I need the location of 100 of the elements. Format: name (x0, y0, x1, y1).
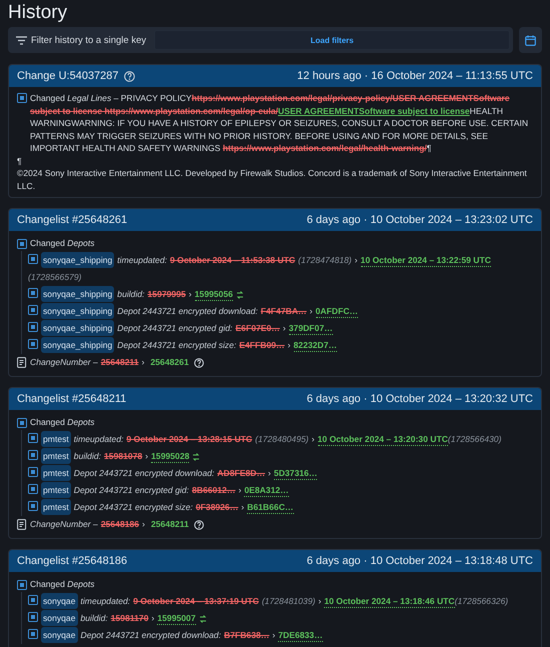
square-dot-icon (28, 612, 38, 622)
new-value: 0AFDFC… (316, 305, 358, 318)
old-value: AD8FE8D… (217, 467, 266, 479)
field-key: Depot 2443721 encrypted gid: (74, 484, 189, 496)
field-key: buildid: (117, 288, 145, 300)
timestamp-note: (1728566579) (28, 271, 82, 283)
old-value: 0F38926… (196, 501, 238, 513)
app-tag: pmtest (41, 482, 71, 498)
help-icon (194, 520, 204, 530)
separator: › (241, 501, 244, 513)
square-dot-icon (28, 629, 38, 639)
field-key: buildid: (74, 450, 102, 462)
old-value: 15979995 (148, 288, 186, 300)
new-value: 10 October 2024 – 13:20:30 UTC (318, 433, 448, 446)
old-value: 8B66012… (192, 484, 236, 496)
new-value: 15995028 (151, 450, 190, 463)
square-dot-icon (28, 433, 38, 443)
separator: › (282, 322, 286, 334)
document-icon (17, 357, 27, 368)
card-timestamp: 12 hours ago · 16 October 2024 – 11:13:55 UTC (297, 70, 533, 82)
card-timestamp: 6 days ago · 10 October 2024 – 13:23:02 UTC (306, 214, 533, 226)
square-dot-icon (28, 254, 38, 264)
square-dot-icon (28, 450, 38, 460)
new-value: 10 October 2024 – 13:18:46 UTC (324, 595, 455, 608)
new-value: 15995056 (194, 288, 233, 301)
app-tag: sonyqae (41, 610, 78, 626)
new-value: 15995007 (157, 612, 196, 625)
new-value: 25648261 (150, 356, 189, 369)
field-key: ChangeNumber – (30, 518, 98, 531)
old-value: 15981078 (104, 450, 142, 462)
new-value: 5D37316… (274, 467, 318, 480)
app-tag: pmtest (41, 465, 71, 481)
square-dot-icon (17, 580, 27, 590)
separator: › (354, 254, 358, 266)
old-value: E4FFB09… (239, 339, 285, 351)
old-value: 9 October 2024 – 11:53:38 UTC (170, 254, 296, 266)
field-key: Depot 2443721 encrypted size: (74, 501, 193, 513)
separator: › (145, 450, 148, 462)
field-key: buildid: (80, 612, 108, 624)
square-dot-icon (28, 305, 38, 315)
app-tag: sonyqae_shipping (41, 286, 114, 302)
square-dot-icon (28, 288, 38, 298)
document-icon (17, 519, 27, 530)
old-value: 9 October 2024 – 13:28:15 UTC (126, 433, 252, 445)
separator: › (310, 305, 312, 317)
new-value: 7DE6833… (278, 629, 323, 642)
field-key: Depot 2443721 encrypted size: (117, 339, 236, 351)
app-tag: sonyqae_shipping (41, 252, 114, 268)
square-dot-icon (17, 93, 27, 103)
filter-icon (16, 36, 27, 44)
app-tag: pmtest (41, 448, 71, 464)
change-text: Changed Legal Lines – PRIVACY POLICYhttps://www.playstation.com/legal/privacy-policy/USER AGREEMENTSoftware subject to license https://www.playstation.com/legal/op-eula/USER AGREEMENTSoftware subject to licenseHEALTH WARNINGWARNING: IF YOU HAVE A HISTORY OF EPILEPSY OR SEIZURES, CONSULT A DOCTOR BEFORE USE. CERTAIN PATTERNS MAY TRIGGER SEIZURES WITH NO PRIOR HISTORY. BEFORE USING AND FOR MORE DETAILS, SEE IMPORTANT HEALTH AND SAFETY WARNINGS https://www.playstation.com/legal/health-warning/¶ (30, 92, 530, 154)
separator: › (238, 484, 242, 496)
help-icon (194, 358, 204, 368)
card-title: Change U:54037287 (17, 70, 119, 82)
timestamp-note: (1728474818) (298, 254, 352, 266)
section-title: Changed Depots (30, 416, 95, 429)
section-title: Changed Depots (30, 237, 95, 250)
separator: › (268, 467, 271, 479)
square-dot-icon (17, 238, 27, 248)
square-dot-icon (28, 595, 38, 605)
new-value: 25648211 (150, 518, 189, 531)
new-value: 379DF07… (288, 322, 333, 335)
separator: › (188, 288, 192, 300)
app-tag: pmtest (41, 499, 71, 515)
field-key: Depot 2443721 encrypted download: (74, 467, 214, 479)
new-value: B61B66C… (247, 501, 294, 514)
card-title: Changelist #25648211 (17, 393, 126, 405)
square-dot-icon (28, 322, 38, 332)
separator: › (312, 433, 315, 445)
page-title: History (8, 1, 68, 25)
calendar-icon (525, 34, 536, 46)
separator: › (272, 629, 276, 641)
separator: › (142, 518, 145, 531)
old-value: E6F07E0… (235, 322, 280, 334)
separator: › (288, 339, 291, 351)
section-title: Changed Depots (30, 578, 95, 591)
separator: › (142, 356, 144, 369)
filter-label: Filter history to a single key (31, 34, 146, 46)
field-key: Depot 2443721 encrypted download: (80, 629, 221, 641)
change-text: ¶ (17, 154, 23, 167)
field-key: timeupdated: (80, 595, 130, 607)
square-dot-icon (17, 418, 27, 428)
square-dot-icon (28, 501, 38, 511)
new-value: 82232D7… (294, 339, 337, 352)
card-title: Changelist #25648186 (17, 555, 128, 567)
field-key: ChangeNumber – (30, 356, 98, 369)
old-value: 9 October 2024 – 13:37:19 UTC (133, 595, 259, 607)
old-value: B7FB638… (224, 629, 270, 641)
separator: › (152, 612, 154, 624)
old-value: 25648186 (100, 518, 140, 531)
old-value: F4F47BA… (260, 305, 307, 317)
square-dot-icon (28, 467, 38, 477)
load-filters-button[interactable]: Load filters (154, 30, 510, 50)
calendar-button[interactable] (519, 27, 542, 53)
old-value: 15981170 (110, 612, 148, 624)
change-text: ©2024 Sony Interactive Entertainment LLC. Developed by Firewalk Studios. Concord is a trademark of Sony Interactive Entertainment LLC. (17, 167, 528, 192)
card-timestamp: 6 days ago · 10 October 2024 – 13:18:48 UTC (306, 555, 533, 567)
new-value: 10 October 2024 – 13:22:59 UTC (360, 254, 491, 267)
app-tag: pmtest (41, 431, 71, 447)
